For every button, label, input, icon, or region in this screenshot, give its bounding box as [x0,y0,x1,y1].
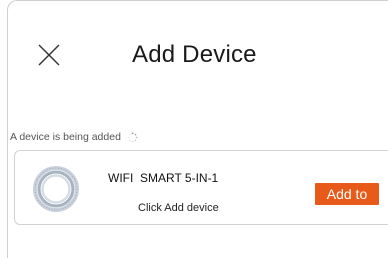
loading-spinner-icon [127,131,138,142]
add-device-button[interactable]: Add to [315,183,379,205]
coiled-cable-device-image [33,166,79,212]
close-icon [38,44,60,66]
device-hint: Click Add device [138,202,219,214]
status-text: A device is being added [10,131,121,143]
device-card: WIFI SMART 5-IN-1 Click Add device Add t… [14,150,388,225]
close-button[interactable] [36,42,62,68]
adding-status: A device is being added [10,131,138,143]
device-name: WIFI SMART 5-IN-1 [108,171,219,185]
page-title: Add Device [132,41,257,68]
